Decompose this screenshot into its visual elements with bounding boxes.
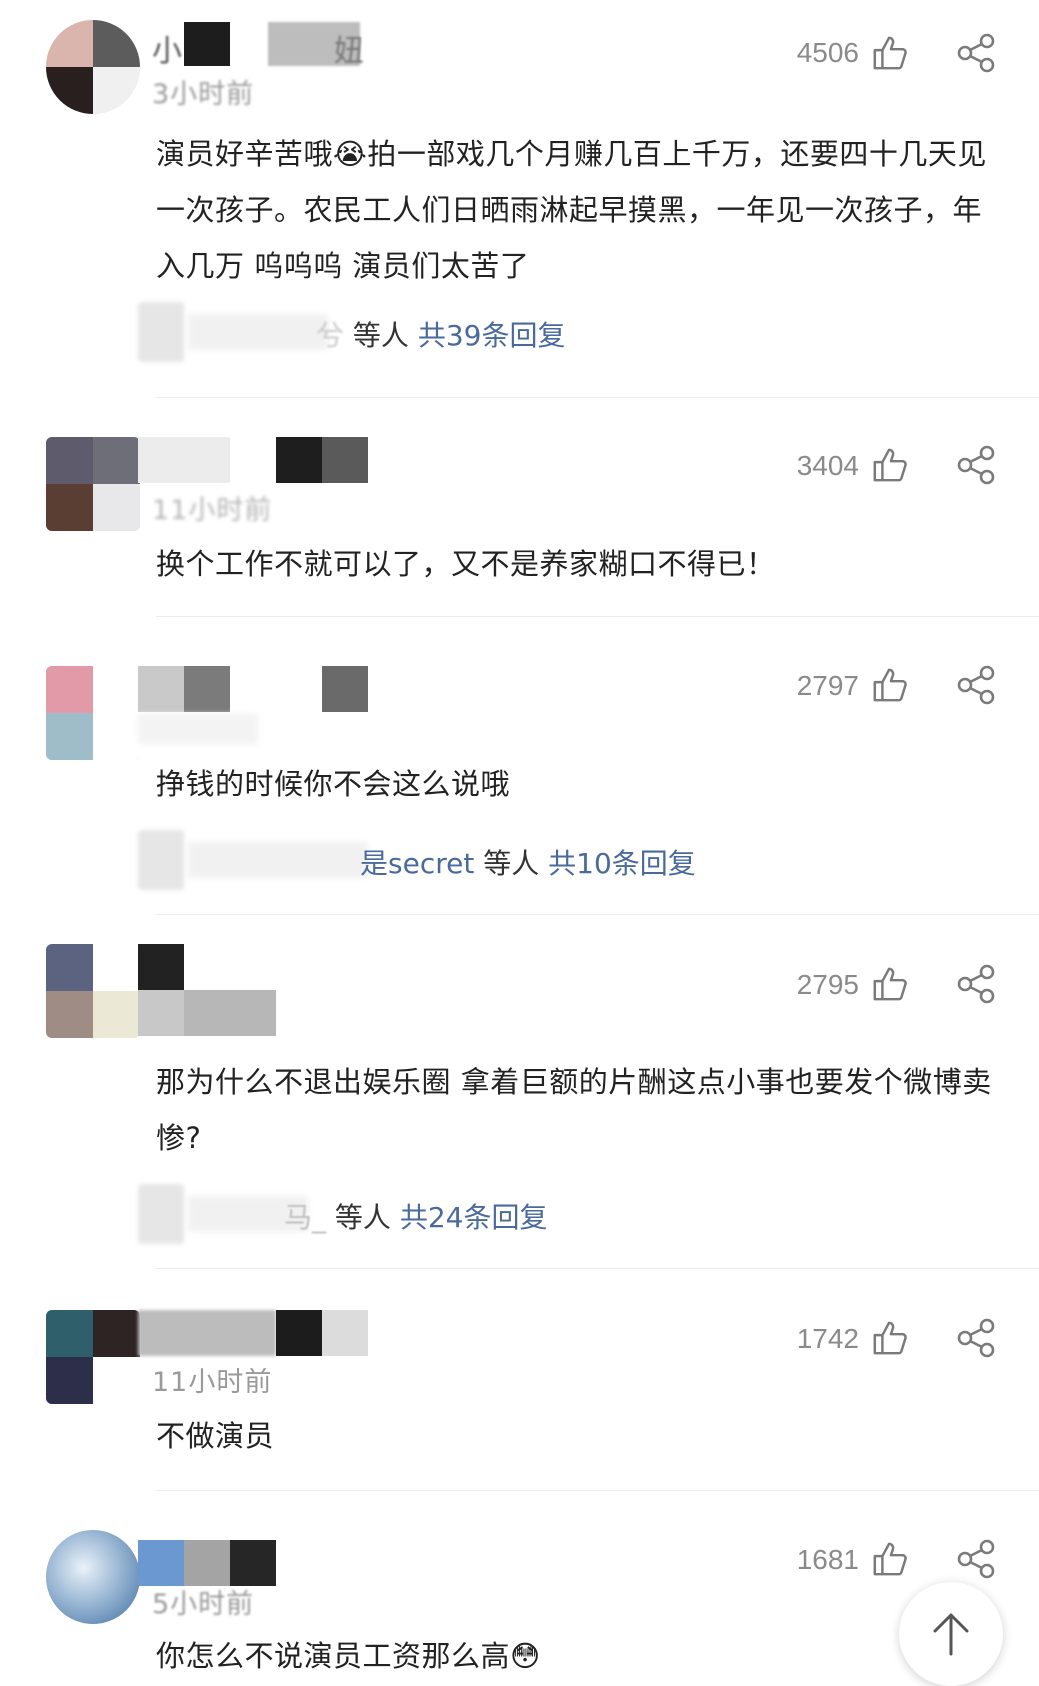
share-icon[interactable] <box>955 1538 997 1580</box>
comment-time: 3小时前 <box>152 79 255 110</box>
avatar-mosaic <box>46 944 140 1038</box>
reply-total-link[interactable]: 共10条回复 <box>548 847 696 880</box>
share-icon[interactable] <box>955 963 997 1005</box>
share-icon[interactable] <box>955 664 997 706</box>
avatar[interactable] <box>46 1530 140 1624</box>
thumbs-up-icon[interactable] <box>871 965 909 1003</box>
thumbs-up-icon[interactable] <box>871 34 909 72</box>
username-blurred[interactable] <box>138 944 278 1036</box>
avatar-mosaic <box>46 1530 140 1624</box>
reply-suffix: 等人 <box>334 1201 391 1234</box>
share-icon[interactable] <box>955 444 997 486</box>
comment-text: 你怎么不说演员工资那么高😳 <box>156 1639 541 1673</box>
like-count: 2797 <box>796 670 859 701</box>
divider <box>156 914 1039 915</box>
comment-time: 11小时前 <box>152 1367 273 1398</box>
thumbs-up-icon[interactable] <box>871 666 909 704</box>
thumbs-up-icon[interactable] <box>871 446 909 484</box>
arrow-up-icon <box>933 1613 969 1656</box>
avatar-mosaic <box>46 20 140 114</box>
comment-time: 5小时前 <box>152 1589 255 1620</box>
username-blurred[interactable] <box>138 1310 368 1356</box>
thumbs-up-icon[interactable] <box>871 1319 909 1357</box>
reply-total-link[interactable]: 共24条回复 <box>400 1201 548 1234</box>
reply-username-tail: 是secret <box>360 847 475 880</box>
divider <box>156 616 1039 617</box>
divider <box>156 1268 1039 1269</box>
like-count: 4506 <box>796 37 859 68</box>
reply-suffix: 等人 <box>483 847 540 880</box>
like-count: 2795 <box>796 969 859 1000</box>
username-blurred[interactable] <box>138 666 368 744</box>
scroll-to-top-button[interactable] <box>899 1582 1003 1686</box>
avatar-mosaic <box>46 437 140 531</box>
reply-username-tail: 兮 <box>316 319 345 352</box>
username-fragment: 妞 <box>334 34 364 69</box>
comment-text: 挣钱的时候你不会这么说哦 <box>156 767 511 801</box>
reply-suffix: 等人 <box>352 319 409 352</box>
reply-summary-text: 马_ 等人 共24条回复 <box>284 1196 547 1236</box>
reply-avatar <box>138 302 184 362</box>
like-count: 1742 <box>796 1323 859 1354</box>
comment-text: 演员好辛苦哦😭拍一部戏几个月赚几百上千万，还要四十几天见一次孩子。农民工人们日晒… <box>156 137 987 283</box>
share-icon[interactable] <box>955 1317 997 1359</box>
comment-text: 不做演员 <box>156 1419 275 1453</box>
reply-summary[interactable]: 马_ 等人 共24条回复 <box>138 1184 578 1244</box>
like-count: 3404 <box>796 450 859 481</box>
reply-summary[interactable]: 是secret 等人 共10条回复 <box>138 830 758 890</box>
comment-text: 那为什么不退出娱乐圈 拿着巨额的片酬这点小事也要发个微博卖惨? <box>156 1065 992 1155</box>
reply-username-blurred <box>188 314 328 350</box>
comment-time: 11小时前 <box>152 495 273 526</box>
comment-text: 换个工作不就可以了，又不是养家糊口不得已！ <box>156 547 776 581</box>
username-blurred[interactable] <box>138 437 368 483</box>
reply-summary-text: 兮 等人 共39条回复 <box>316 314 565 354</box>
divider <box>156 397 1039 398</box>
username-blurred[interactable] <box>138 1540 278 1586</box>
reply-summary-text: 是secret 等人 共10条回复 <box>360 842 696 882</box>
like-count: 1681 <box>796 1544 859 1575</box>
reply-username-blurred <box>188 842 368 878</box>
avatar[interactable] <box>46 437 140 531</box>
avatar[interactable] <box>46 944 140 1038</box>
reply-avatar <box>138 830 184 890</box>
thumbs-up-icon[interactable] <box>871 1540 909 1578</box>
avatar-mosaic <box>46 666 140 760</box>
username-blurred[interactable]: 小 妞 <box>138 22 388 69</box>
reply-summary[interactable]: 兮 等人 共39条回复 <box>138 302 638 362</box>
reply-total-link[interactable]: 共39条回复 <box>418 319 566 352</box>
avatar[interactable] <box>46 20 140 114</box>
avatar-mosaic <box>46 1310 140 1404</box>
reply-avatar <box>138 1184 184 1244</box>
username-fragment: 小 <box>152 34 182 69</box>
reply-username-tail: 马_ <box>284 1201 327 1234</box>
share-icon[interactable] <box>955 32 997 74</box>
avatar[interactable] <box>46 666 140 760</box>
divider <box>156 1490 1039 1491</box>
avatar[interactable] <box>46 1310 140 1404</box>
